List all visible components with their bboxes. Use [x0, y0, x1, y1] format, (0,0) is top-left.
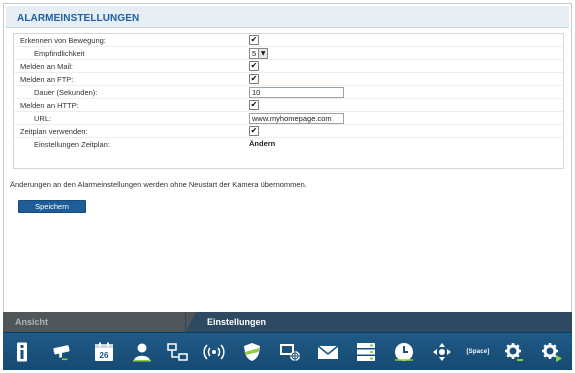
clock-icon[interactable]: [393, 341, 415, 363]
camera-icon[interactable]: [51, 341, 73, 363]
http-row: Melden an HTTP: ✔: [14, 99, 563, 112]
ftp-control: ✔: [249, 74, 259, 85]
http-control: ✔: [249, 100, 259, 111]
calendar-icon[interactable]: 26: [93, 341, 115, 363]
pan-tilt-icon[interactable]: [431, 341, 453, 363]
info-text: Änderungen an den Alarmeinstellungen wer…: [10, 180, 307, 189]
settings-icon[interactable]: [503, 341, 525, 363]
tab-view-label: Ansicht: [15, 317, 49, 327]
ftp-checkbox[interactable]: ✔: [249, 74, 259, 84]
mail-label: Melden an Mail:: [20, 62, 73, 71]
motion-detection-checkbox[interactable]: ✔: [249, 35, 259, 45]
user-icon[interactable]: [131, 341, 153, 363]
tab-settings-label: Einstellungen: [207, 317, 267, 327]
tab-view[interactable]: Ansicht: [3, 312, 196, 332]
http-checkbox[interactable]: ✔: [249, 100, 259, 110]
display-network-icon[interactable]: [279, 341, 301, 363]
server-icon[interactable]: [355, 341, 377, 363]
url-input[interactable]: [249, 113, 344, 124]
schedule-label: Zeitplan verwenden:: [20, 127, 88, 136]
settings-advanced-icon[interactable]: [541, 341, 563, 363]
motion-detection-control: ✔: [249, 35, 259, 46]
ftp-label: Melden an FTP:: [20, 75, 74, 84]
sensitivity-row: Empfindlichkeit 5 ▼: [14, 47, 563, 60]
url-control: [249, 113, 344, 124]
url-label: URL:: [34, 114, 52, 123]
alarm-settings-panel: Erkennen von Bewegung: ✔ Empfindlichkeit…: [13, 33, 564, 169]
mail-icon[interactable]: [317, 341, 339, 363]
schedule-settings-label: Einstellungen Zeitplan:: [34, 140, 110, 149]
tab-divider: [186, 312, 196, 332]
mail-checkbox[interactable]: ✔: [249, 61, 259, 71]
sensitivity-control: 5 ▼: [249, 48, 269, 59]
mail-row: Melden an Mail: ✔: [14, 60, 563, 73]
sensitivity-label: Empfindlichkeit: [34, 49, 85, 58]
duration-row: Dauer (Sekunden):: [14, 86, 563, 99]
network-icon[interactable]: [167, 341, 189, 363]
settings-toolbar: 26 [Space]: [3, 332, 572, 370]
duration-label: Dauer (Sekunden):: [34, 88, 98, 97]
url-row: URL:: [14, 112, 563, 125]
sensitivity-value: 5: [252, 49, 257, 58]
schedule-control: ✔: [249, 126, 259, 137]
motion-detection-label: Erkennen von Bewegung:: [20, 36, 106, 45]
tab-settings[interactable]: Einstellungen: [185, 312, 572, 332]
schedule-settings-row: Einstellungen Zeitplan: Ändern: [14, 138, 563, 151]
schedule-row: Zeitplan verwenden: ✔: [14, 125, 563, 138]
shield-icon[interactable]: [241, 341, 263, 363]
duration-control: [249, 87, 344, 98]
motion-detection-row: Erkennen von Bewegung: ✔: [14, 34, 563, 47]
schedule-change-link[interactable]: Ändern: [249, 138, 275, 148]
section-header: ALARMEINSTELLUNGEN: [6, 6, 569, 28]
mail-control: ✔: [249, 61, 259, 72]
http-label: Melden an HTTP:: [20, 101, 79, 110]
schedule-checkbox[interactable]: ✔: [249, 126, 259, 136]
duration-input[interactable]: [249, 87, 344, 98]
sensitivity-select[interactable]: 5 ▼: [249, 48, 269, 59]
calendar-day: 26: [100, 351, 109, 360]
info-icon[interactable]: [11, 341, 33, 363]
ftp-row: Melden an FTP: ✔: [14, 73, 563, 86]
space-icon[interactable]: [Space]: [463, 341, 493, 363]
tab-bar: Ansicht Einstellungen: [3, 312, 572, 332]
page-title: ALARMEINSTELLUNGEN: [17, 13, 140, 24]
chevron-down-icon: ▼: [258, 49, 268, 58]
schedule-settings-control: Ändern: [249, 139, 275, 150]
save-button[interactable]: Speichern: [18, 200, 86, 213]
space-label: [Space]: [466, 349, 490, 355]
wireless-icon[interactable]: [203, 341, 225, 363]
